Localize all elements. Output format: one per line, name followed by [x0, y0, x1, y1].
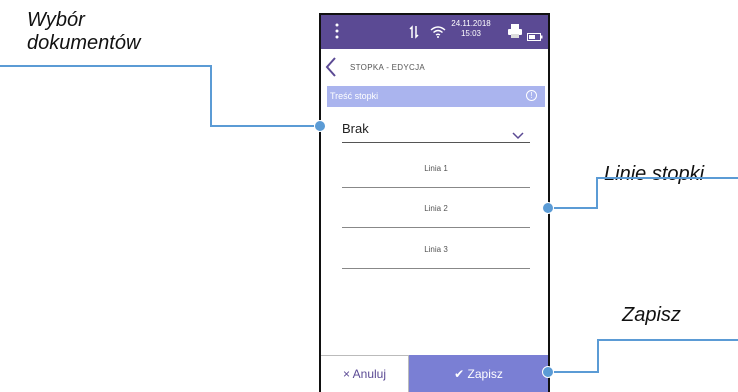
callout-documents-line2: dokumentów — [27, 32, 141, 54]
info-icon[interactable]: ! — [526, 90, 537, 101]
footer-actions: × Anuluj ✔ Zapisz — [321, 355, 548, 392]
printer-icon — [507, 23, 523, 44]
callout-line-save — [548, 339, 738, 373]
status-bar: 24.11.2018 15:03 — [321, 15, 548, 49]
data-transfer-icon — [409, 25, 419, 44]
chevron-down-icon — [512, 127, 524, 140]
battery-icon — [527, 28, 543, 46]
back-arrow-icon[interactable] — [325, 56, 341, 78]
callout-footer-lines-label: Linie stopki — [604, 163, 705, 185]
callout-dot-documents — [314, 120, 326, 132]
callout-documents-label: Wybór dokumentów — [27, 9, 140, 55]
wifi-icon — [430, 25, 446, 43]
checkmark-icon: ✔ — [454, 367, 465, 381]
document-select[interactable]: Brak — [342, 115, 530, 143]
section-header: Treść stopki ! — [327, 86, 545, 107]
close-icon: × — [342, 367, 350, 381]
callout-line-documents — [0, 65, 320, 127]
save-button[interactable]: ✔ Zapisz — [409, 355, 548, 392]
callout-documents-line1: Wybór — [27, 9, 85, 31]
callout-dot-save — [542, 366, 554, 378]
section-title: Treść stopki — [330, 91, 379, 101]
cancel-button[interactable]: × Anuluj — [321, 355, 409, 392]
callout-save-label: Zapisz — [622, 304, 681, 326]
status-time: 15:03 — [460, 29, 482, 38]
footer-line-input-2[interactable]: Linia 2 — [342, 190, 530, 228]
phone-screen: 24.11.2018 15:03 STOPKA - EDYCJA Treść s… — [319, 13, 550, 392]
callout-dot-footer-lines — [542, 202, 554, 214]
footer-line-input-1[interactable]: Linia 1 — [342, 150, 530, 188]
menu-dots-icon[interactable] — [335, 23, 339, 44]
footer-line-input-3[interactable]: Linia 3 — [342, 231, 530, 269]
select-value: Brak — [342, 121, 369, 136]
status-datetime: 24.11.2018 15:03 — [446, 19, 496, 39]
save-label: Zapisz — [467, 367, 503, 381]
cancel-label: Anuluj — [352, 367, 387, 381]
status-date: 24.11.2018 — [451, 19, 491, 28]
page-title: STOPKA - EDYCJA — [350, 63, 426, 72]
